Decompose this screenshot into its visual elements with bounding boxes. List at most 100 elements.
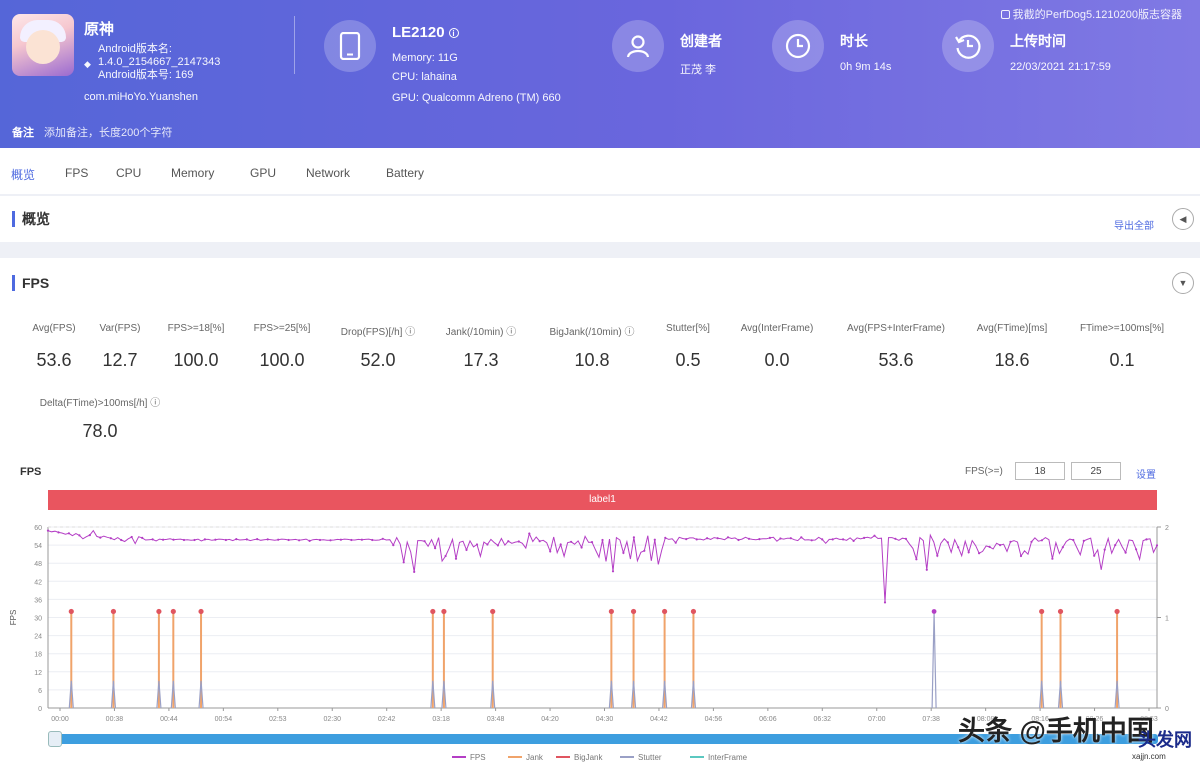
metric-value: 18.6 xyxy=(994,350,1030,370)
fps-point xyxy=(434,547,437,550)
remark-placeholder[interactable]: 添加备注，长度200个字符 xyxy=(44,127,172,139)
metric-label: Avg(InterFrame) xyxy=(740,323,814,334)
x-tick-label: 02:53 xyxy=(269,716,287,723)
fps-point xyxy=(78,534,81,537)
chart-title: FPS xyxy=(20,466,42,478)
legend-label: Stutter xyxy=(638,753,662,762)
collapse-down-icon[interactable]: ▼ xyxy=(1172,272,1194,294)
fps-point xyxy=(1040,539,1043,542)
metric-value: 53.6 xyxy=(878,350,914,370)
fps-point xyxy=(1155,544,1159,547)
x-tick-label: 04:56 xyxy=(705,716,723,723)
y-tick-label: 24 xyxy=(34,634,42,641)
version-note[interactable]: 我截的PerfDog5.1210200版志容器 xyxy=(1000,6,1182,22)
fps-point xyxy=(423,540,426,543)
diamond-icon: ◆ xyxy=(84,59,91,69)
fps-point xyxy=(130,535,133,539)
legend-item[interactable]: FPS xyxy=(452,753,486,762)
legend-swatch xyxy=(620,756,634,758)
metric-label: Delta(FTime)>100ms[/h] ⓘ xyxy=(39,398,161,409)
fps-point xyxy=(1072,538,1075,542)
set-range-button[interactable]: 设置 xyxy=(1136,466,1156,481)
fps-point xyxy=(528,532,531,535)
tab-gpu[interactable]: GPU xyxy=(250,166,276,180)
metric-label: Jank(/10min) ⓘ xyxy=(445,327,517,338)
history-icon xyxy=(942,20,994,72)
metric-value: 10.8 xyxy=(574,350,610,370)
fps-point xyxy=(559,543,562,546)
fps-point xyxy=(664,536,667,539)
collapse-left-icon[interactable]: ◀ xyxy=(1172,208,1194,230)
version-code: Android版本号: 169 xyxy=(98,69,194,81)
y2-tick-label: 1 xyxy=(1165,616,1169,623)
x-tick-label: 06:32 xyxy=(814,716,832,723)
y-tick-label: 30 xyxy=(34,616,42,623)
metric-label: Avg(FTime)[ms] xyxy=(976,323,1048,334)
slider-handle[interactable] xyxy=(48,731,62,747)
fps-point xyxy=(988,545,991,548)
fps-point xyxy=(737,538,740,542)
tab-battery[interactable]: Battery xyxy=(386,166,424,180)
remark-field[interactable]: 备注 添加备注，长度200个字符 xyxy=(12,124,172,140)
package-name: com.miHoYo.Yuanshen xyxy=(84,91,198,103)
bigjank-marker xyxy=(690,608,697,615)
metric-value: 17.3 xyxy=(463,350,499,370)
label-bar[interactable]: label1 xyxy=(48,490,1157,510)
y-tick-label: 0 xyxy=(38,706,42,713)
overview-title: 概览 xyxy=(12,211,50,227)
bigjank-marker xyxy=(630,608,637,615)
tab-fps[interactable]: FPS xyxy=(65,166,88,180)
legend-label: FPS xyxy=(470,753,486,762)
fps-point xyxy=(392,544,395,547)
fps-point xyxy=(57,531,60,534)
legend-item[interactable]: InterFrame xyxy=(690,753,747,762)
device-info-icon[interactable]: i xyxy=(448,28,459,38)
fps-point xyxy=(800,536,803,539)
fps-point xyxy=(277,538,280,541)
metric-label: Drop(FPS)[/h] ⓘ xyxy=(340,327,416,338)
fps-point xyxy=(496,544,499,547)
duration-value: 0h 9m 14s xyxy=(840,61,892,73)
bigjank-marker xyxy=(156,608,162,615)
tab-memory[interactable]: Memory xyxy=(171,166,214,180)
fps-range-label: FPS(>=) xyxy=(965,466,1003,477)
fps-point xyxy=(1082,539,1085,542)
fps-point xyxy=(999,544,1002,547)
overview-section: 概览 导出全部 ◀ xyxy=(0,196,1200,242)
fps-point xyxy=(1030,540,1033,543)
bigjank-marker xyxy=(1039,608,1045,615)
fps-point xyxy=(245,538,248,541)
legend-item[interactable]: Stutter xyxy=(620,753,662,762)
y-tick-label: 12 xyxy=(34,670,42,677)
fps-point xyxy=(444,554,447,558)
export-all-button[interactable]: 导出全部 xyxy=(1114,217,1154,232)
legend-item[interactable]: BigJank xyxy=(556,753,602,762)
fps-series-line xyxy=(47,529,1158,603)
game-avatar xyxy=(12,14,74,76)
fps-point xyxy=(402,561,405,564)
fps-point xyxy=(768,536,772,539)
fps-point xyxy=(1114,544,1117,547)
metric-value: 52.0 xyxy=(360,350,396,370)
fps-point xyxy=(894,537,897,540)
legend-item[interactable]: Jank xyxy=(508,753,543,762)
tab-cpu[interactable]: CPU xyxy=(116,166,141,180)
fps-point xyxy=(810,539,813,542)
fps-point xyxy=(601,538,604,542)
tab-overview[interactable]: 概览 xyxy=(11,166,35,183)
fps-point xyxy=(172,538,175,541)
tab-network[interactable]: Network xyxy=(306,166,350,180)
fps-point xyxy=(580,546,583,549)
fps-point xyxy=(570,540,573,543)
fps-point xyxy=(590,541,594,544)
fps-threshold-low-input[interactable] xyxy=(1015,462,1065,480)
metric-label: FTime>=100ms[%] xyxy=(1079,323,1165,334)
y2-tick-label: 2 xyxy=(1165,525,1169,532)
fps-point xyxy=(224,538,227,542)
metric-label: Avg(FPS+InterFrame) xyxy=(847,323,945,334)
fps-point xyxy=(1103,548,1106,551)
fps-point xyxy=(465,548,468,551)
fps-threshold-high-input[interactable] xyxy=(1071,462,1121,480)
bigjank-marker xyxy=(68,608,74,615)
fps-point xyxy=(381,537,384,540)
